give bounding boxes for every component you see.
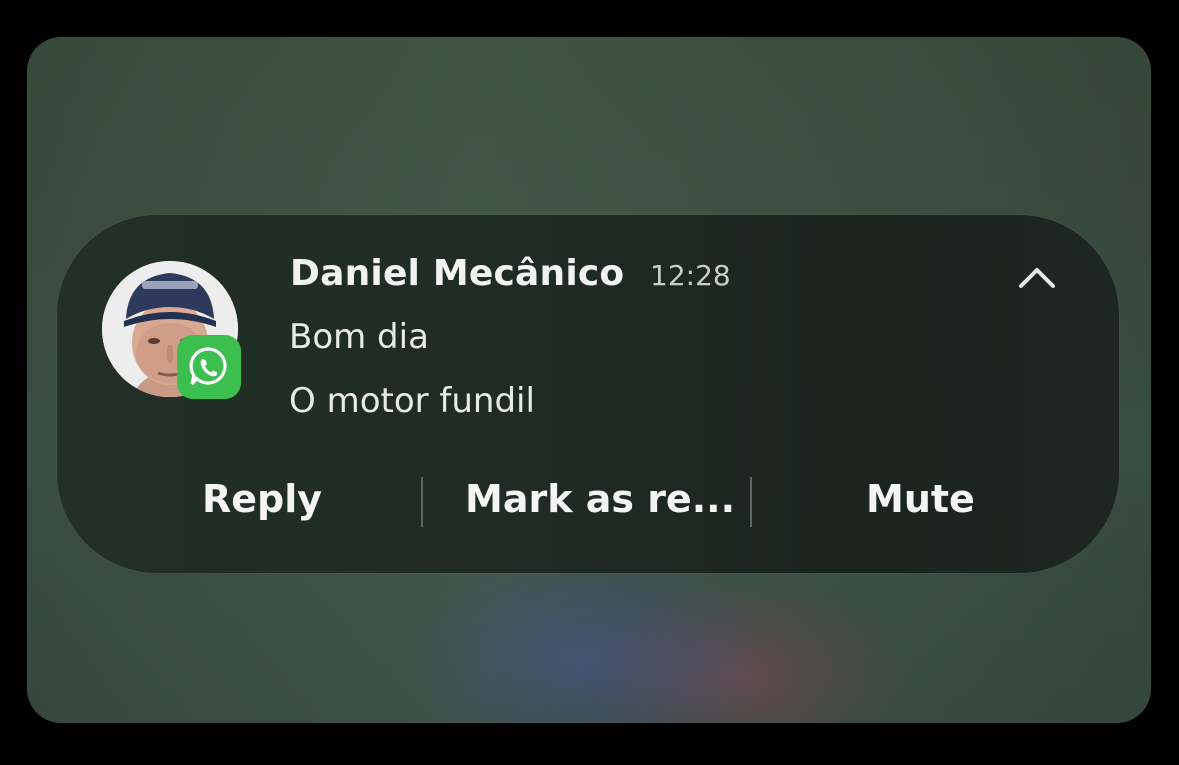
mark-as-read-button[interactable]: Mark as re...	[465, 477, 735, 521]
reply-button[interactable]: Reply	[202, 477, 322, 521]
notification-actions: Reply Mark as re... Mute	[57, 467, 1119, 537]
timestamp: 12:28	[650, 259, 731, 292]
notification-card[interactable]: Daniel Mecânico 12:28 Bom dia O motor fu…	[57, 215, 1119, 573]
whatsapp-icon	[189, 347, 227, 386]
divider	[750, 477, 752, 527]
lock-screen: Daniel Mecânico 12:28 Bom dia O motor fu…	[27, 37, 1151, 723]
divider	[421, 477, 423, 527]
mute-button[interactable]: Mute	[866, 477, 975, 521]
collapse-button[interactable]	[1015, 259, 1059, 295]
whatsapp-badge	[177, 335, 241, 399]
sender-name: Daniel Mecânico	[290, 253, 625, 294]
message-line: Bom dia	[289, 317, 429, 357]
chevron-up-icon	[1019, 268, 1055, 288]
message-line: O motor fundil	[289, 381, 535, 421]
